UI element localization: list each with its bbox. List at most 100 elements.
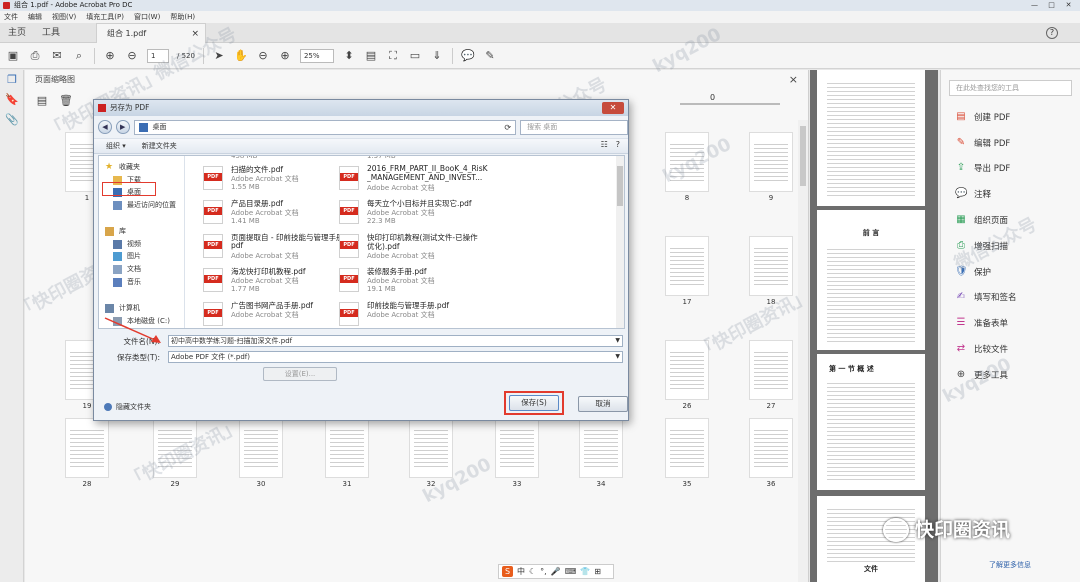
nav-item-recent[interactable]: 最近访问的位置: [113, 200, 176, 211]
email-icon[interactable]: ✉: [50, 49, 64, 63]
menu-fill-tools[interactable]: 填充工具(P): [86, 11, 124, 23]
comment-tool-icon[interactable]: 💬: [461, 49, 475, 63]
tool-item[interactable]: 💬 注释: [941, 181, 1080, 207]
file-item[interactable]: PDF 装修服务手册.pdf Adobe Acrobat 文档 19.1 MB: [339, 266, 479, 300]
page-thumbnail[interactable]: [749, 236, 793, 296]
scrollbar-thumb[interactable]: [617, 166, 623, 206]
tool-item[interactable]: ✎ 编辑 PDF: [941, 130, 1080, 156]
tool-item[interactable]: 🛡 保护: [941, 259, 1080, 285]
dropdown-arrow-icon[interactable]: ▼: [615, 352, 620, 362]
back-button[interactable]: ◀: [98, 120, 112, 134]
page-thumbnail[interactable]: [665, 132, 709, 192]
file-item[interactable]: PDF 每天立个小目标并且实现它.pdf Adobe Acrobat 文档 22.3 …: [339, 198, 479, 232]
address-bar[interactable]: 桌面 ⟳: [133, 119, 517, 135]
file-list-scrollbar[interactable]: [616, 156, 624, 328]
save-icon[interactable]: ▣: [6, 49, 20, 63]
print-icon[interactable]: ⎙: [28, 49, 42, 63]
page-thumbnail[interactable]: [65, 418, 109, 478]
moon-icon[interactable]: ☾: [529, 567, 536, 576]
nav-item-doc[interactable]: 文档: [113, 264, 141, 275]
page-display-icon[interactable]: ▤: [364, 49, 378, 63]
file-item[interactable]: PDF 快印打印机教程(测试文件-已操作 优化).pdf Adobe Acrobat …: [339, 232, 479, 266]
page-thumbnail[interactable]: [409, 418, 453, 478]
maximize-button[interactable]: □: [1044, 1, 1059, 10]
file-item[interactable]: PDF 2016_FRM_PART_II_BooK_4_RisK _MANAGEME…: [339, 164, 488, 198]
tools-search-input[interactable]: 在此处查找您的工具: [949, 80, 1072, 96]
nav-item-music[interactable]: 音乐: [113, 277, 141, 288]
page-thumbnail[interactable]: [153, 418, 197, 478]
read-mode-icon[interactable]: ▭: [408, 49, 422, 63]
shirt-icon[interactable]: 👕: [580, 567, 590, 576]
close-window-button[interactable]: ✕: [1061, 1, 1076, 10]
help-icon[interactable]: ?: [1046, 27, 1058, 39]
thumbnails-scrollbar[interactable]: [798, 120, 808, 582]
tool-item[interactable]: ⎙ 增强扫描: [941, 233, 1080, 259]
refresh-icon[interactable]: ⟳: [504, 121, 511, 134]
file-item[interactable]: PDF 页面提取自 - 印前技能与管理手册. pdf Adobe Acrobat 文档: [203, 232, 346, 266]
menu-window[interactable]: 窗口(W): [134, 11, 160, 23]
search-icon[interactable]: ⌕: [72, 49, 86, 63]
microphone-icon[interactable]: 🎤: [551, 567, 561, 576]
minimize-button[interactable]: —: [1027, 1, 1042, 10]
menu-help[interactable]: 帮助(H): [170, 11, 195, 23]
tool-item[interactable]: ⇪ 导出 PDF: [941, 156, 1080, 182]
page-thumbnail[interactable]: [749, 132, 793, 192]
forward-button[interactable]: ▶: [115, 120, 130, 134]
prev-page-icon[interactable]: ⊕: [103, 49, 117, 63]
tool-item[interactable]: ☰ 准备表单: [941, 310, 1080, 336]
page-thumbnail[interactable]: [495, 418, 539, 478]
punctuation-icon[interactable]: °,: [540, 567, 547, 576]
sogou-logo-icon[interactable]: S: [502, 566, 513, 577]
filename-input[interactable]: 初中高中数学练习题-扫描加深文件.pdf ▼: [168, 335, 623, 347]
file-item[interactable]: PDF 印前技能与管理手册.pdf Adobe Acrobat 文档: [339, 300, 479, 328]
ime-language[interactable]: 中: [517, 566, 525, 577]
settings-button[interactable]: 设置(E)...: [263, 367, 337, 381]
dialog-close-button[interactable]: ✕: [602, 102, 624, 114]
page-thumbnail[interactable]: [665, 418, 709, 478]
file-item[interactable]: PDF 扫描的文件.pdf Adobe Acrobat 文档 1.55 MB: [203, 164, 343, 198]
select-pointer-icon[interactable]: ➤: [212, 49, 226, 63]
file-item[interactable]: PDF 海龙快打印机教程.pdf Adobe Acrobat 文档 1.77 MB: [203, 266, 343, 300]
close-tab-icon[interactable]: ×: [191, 24, 199, 44]
view-mode-icon[interactable]: ☷: [601, 140, 608, 149]
filetype-select[interactable]: Adobe PDF 文件 (*.pdf) ▼: [168, 351, 623, 363]
attachments-icon[interactable]: 📎: [0, 110, 24, 130]
tab-document[interactable]: 组合 1.pdf ×: [96, 23, 206, 44]
nav-item-computer[interactable]: 计算机: [105, 303, 140, 314]
cancel-button[interactable]: 取消: [578, 396, 628, 412]
hide-folders-toggle[interactable]: 隐藏文件夹: [104, 402, 151, 412]
page-thumbnails-icon[interactable]: ❐: [0, 70, 24, 90]
page-thumbnail[interactable]: [749, 340, 793, 400]
fit-page-icon[interactable]: ⬍: [342, 49, 356, 63]
menu-edit[interactable]: 编辑: [28, 11, 42, 23]
tab-tools[interactable]: 工具: [42, 23, 60, 43]
thumbnail-size-slider[interactable]: 0: [680, 93, 780, 105]
delete-page-icon[interactable]: 🗑: [59, 94, 73, 108]
dialog-help-icon[interactable]: ?: [616, 140, 620, 149]
pen-tool-icon[interactable]: ✎: [483, 49, 497, 63]
new-folder-button[interactable]: 新建文件夹: [142, 141, 177, 151]
grid-icon[interactable]: ⊞: [594, 567, 601, 576]
learn-more-link[interactable]: 了解更多信息: [989, 560, 1031, 570]
page-number-input[interactable]: 1: [147, 48, 169, 63]
save-button[interactable]: 保存(S): [509, 395, 559, 411]
page-thumbnail[interactable]: [665, 236, 709, 296]
folder-search-input[interactable]: 搜索 桌面: [520, 119, 629, 135]
tool-item[interactable]: ⊕ 更多工具: [941, 362, 1080, 388]
full-screen-icon[interactable]: ⛶: [386, 49, 400, 63]
scrollbar-thumb[interactable]: [800, 126, 806, 186]
nav-item-picture[interactable]: 图片: [113, 251, 141, 262]
nav-item-library[interactable]: 库: [105, 226, 126, 237]
tab-home[interactable]: 主页: [8, 23, 26, 43]
tool-item[interactable]: ▤ 创建 PDF: [941, 104, 1080, 130]
page-thumbnail[interactable]: [749, 418, 793, 478]
nav-item-star[interactable]: ★ 收藏夹: [105, 162, 140, 173]
dropdown-arrow-icon[interactable]: ▼: [615, 336, 620, 346]
file-item[interactable]: PDF 产品目录册.pdf Adobe Acrobat 文档 1.41 MB: [203, 198, 343, 232]
nav-item-video[interactable]: 视频: [113, 239, 141, 250]
keyboard-icon[interactable]: ⌨: [565, 567, 577, 576]
organize-button[interactable]: 组织 ▾: [106, 141, 126, 151]
file-item[interactable]: PDF 广告图书网产品手册.pdf Adobe Acrobat 文档: [203, 300, 343, 328]
menu-file[interactable]: 文件: [4, 11, 18, 23]
tool-item[interactable]: ⇄ 比较文件: [941, 336, 1080, 362]
